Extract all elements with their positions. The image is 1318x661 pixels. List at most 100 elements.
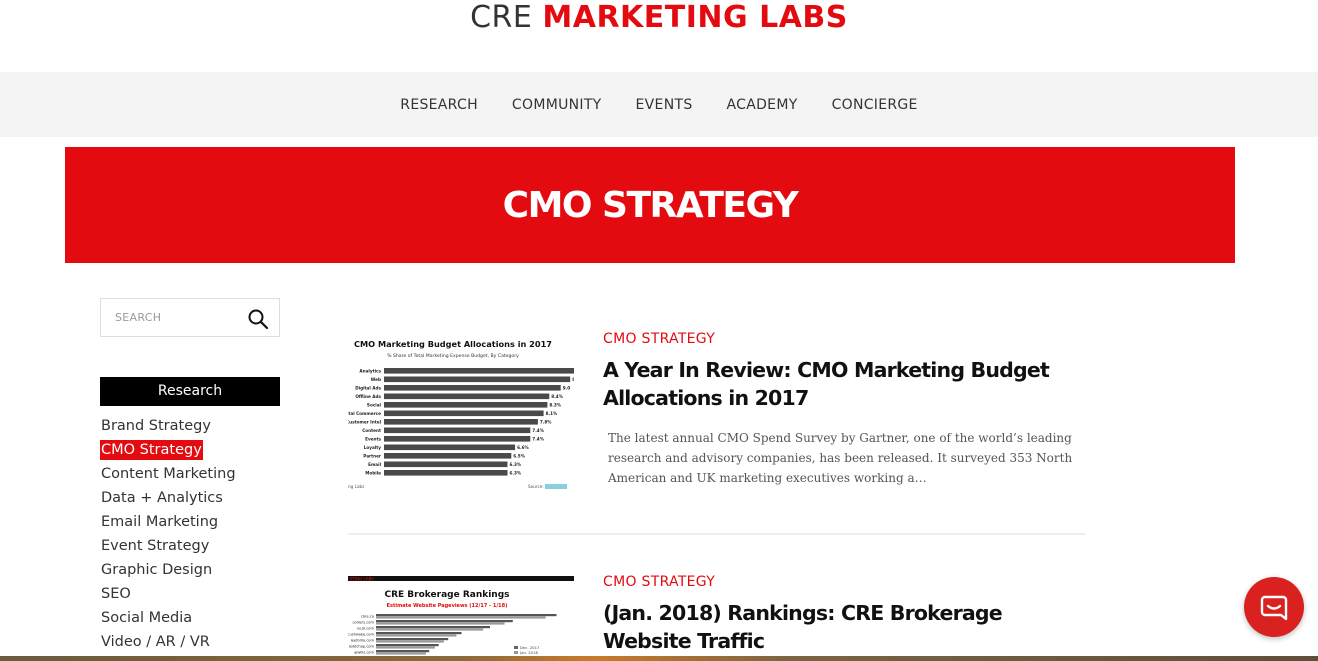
sidebar-item-label[interactable]: Email Marketing: [100, 512, 219, 532]
chat-icon: [1260, 595, 1288, 621]
thumb-bar: [384, 470, 508, 476]
thumb-subtitle: Estimate Website Pageviews (12/17 - 1/18…: [387, 603, 508, 609]
search-icon[interactable]: [247, 308, 269, 330]
thumb-row-label: colliers.com: [352, 621, 374, 625]
sidebar-item-label[interactable]: Data + Analytics: [100, 488, 224, 508]
sidebar-item-label[interactable]: Social Media: [100, 608, 193, 628]
thumb-bar: [384, 461, 508, 468]
source-logo: [545, 484, 567, 489]
thumb-row-label: Loyalty: [364, 445, 382, 450]
sidebar-item-brand-strategy[interactable]: Brand Strategy: [100, 414, 237, 438]
thumb-bar: [384, 393, 550, 400]
thumb-bar: [384, 385, 561, 391]
sidebar-item-graphic-design[interactable]: Graphic Design: [100, 558, 237, 582]
nav-item-academy[interactable]: ACADEMY: [727, 97, 798, 113]
thumb-row-label: Partner: [363, 454, 382, 459]
thumb-row-value: 9: [572, 377, 574, 382]
thumb-row-value: 8.1%: [546, 411, 558, 416]
sidebar-item-event-strategy[interactable]: Event Strategy: [100, 534, 237, 558]
nav-item-events[interactable]: EVENTS: [636, 97, 693, 113]
thumb-row-label: igital Commerce: [348, 411, 381, 416]
thumb-row-label: leeforlio.com: [351, 639, 375, 643]
thumb-bar-jan: [376, 652, 427, 655]
post-title[interactable]: A Year In Review: CMO Marketing Budget A…: [603, 356, 1073, 412]
logo-cre: CRE: [470, 0, 543, 35]
thumb-bar-jan: [376, 646, 435, 649]
category-list: Brand Strategy CMO Strategy Content Mark…: [100, 414, 237, 654]
thumb-row-label: Events: [365, 437, 381, 442]
thumb-banner-bar: [348, 576, 574, 581]
sidebar-item-label[interactable]: Event Strategy: [100, 536, 210, 556]
thumb-row-label: cbre.co: [361, 615, 374, 619]
sidebar-item-label[interactable]: Graphic Design: [100, 560, 213, 580]
thumb-row-label: Analytics: [359, 369, 381, 374]
thumb-bar-dec: [376, 650, 430, 653]
thumb-row-label: Content: [362, 428, 381, 433]
sidebar-item-label[interactable]: Brand Strategy: [100, 416, 212, 436]
thumb-row-label: Email: [368, 462, 381, 467]
thumb-bar-jan: [376, 622, 505, 625]
post-title[interactable]: (Jan. 2018) Rankings: CRE Brokerage Webs…: [603, 599, 1073, 655]
post-thumbnail[interactable]: CMO Marketing Budget Allocations in 2017…: [348, 333, 574, 493]
thumb-row-value: 8.4%: [551, 394, 563, 399]
thumb-row-label: Offline Ads: [355, 394, 381, 399]
thumb-row-value: 6.5%: [513, 454, 525, 459]
chat-button[interactable]: [1244, 577, 1304, 637]
post-category[interactable]: CMO STRATEGY: [603, 331, 715, 347]
thumb-bar-jan: [376, 616, 546, 619]
sidebar-item-label[interactable]: Content Marketing: [100, 464, 237, 484]
sidebar-item-label[interactable]: Video / AR / VR: [100, 632, 211, 652]
sidebar-item-video-ar-vr[interactable]: Video / AR / VR: [100, 630, 237, 654]
budget-chart-image: CMO Marketing Budget Allocations in 2017…: [348, 339, 574, 489]
thumb-bar-jan: [376, 634, 457, 637]
rankings-chart-image: ETING LABS CRE Brokerage Rankings Estima…: [348, 576, 574, 655]
sidebar-item-label[interactable]: CMO Strategy: [100, 440, 203, 460]
sidebar-item-social-media[interactable]: Social Media: [100, 606, 237, 630]
thumb-footer-left: ng Labs: [348, 484, 364, 489]
thumb-footer-right: Source:: [528, 484, 544, 489]
thumb-row-value: 8.3%: [549, 403, 561, 408]
site-logo[interactable]: CRE MARKETING LABS: [0, 0, 1318, 72]
thumb-row-label: Customer Intel: [348, 420, 382, 425]
thumb-bar: [384, 453, 512, 459]
sidebar-item-content-marketing[interactable]: Content Marketing: [100, 462, 237, 486]
nav-item-research[interactable]: RESEARCH: [400, 97, 478, 113]
search-box: [100, 298, 280, 337]
thumb-bar-dec: [376, 620, 513, 623]
thumb-row-value: 6.3%: [510, 462, 522, 467]
thumb-row-label: us.jll.com: [357, 627, 375, 631]
thumb-row-label: Digital Ads: [355, 386, 381, 391]
thumb-bar: [384, 427, 531, 434]
thumb-row-value: 9.0: [563, 386, 571, 391]
logo-marketing-labs: MARKETING LABS: [542, 0, 848, 35]
thumb-bar: [384, 368, 574, 374]
sidebar-heading: Research: [100, 377, 280, 406]
thumb-title: CMO Marketing Budget Allocations in 2017: [354, 339, 552, 349]
thumb-bar: [384, 419, 538, 425]
logo-text[interactable]: CRE MARKETING LABS: [470, 0, 848, 36]
post-excerpt: The latest annual CMO Spend Survey by Ga…: [608, 431, 1073, 485]
thumb-bar-jan: [376, 640, 444, 643]
legend-swatch-jan: [514, 651, 518, 654]
post-category[interactable]: CMO STRATEGY: [603, 574, 715, 590]
nav-item-concierge[interactable]: CONCIERGE: [832, 97, 918, 113]
thumb-row-label: Web: [371, 377, 381, 382]
post-thumbnail[interactable]: ETING LABS CRE Brokerage Rankings Estima…: [348, 576, 574, 656]
sidebar-item-label[interactable]: SEO: [100, 584, 132, 604]
thumb-bar-dec: [376, 632, 462, 635]
sidebar-item-cmo-strategy[interactable]: CMO Strategy: [100, 438, 237, 462]
thumb-bar: [384, 436, 531, 442]
thumb-row-label: Social: [367, 403, 382, 408]
thumb-bar-dec: [376, 614, 557, 617]
thumb-bar-dec: [376, 626, 490, 629]
post-divider: [348, 533, 1085, 535]
page-title: CMO STRATEGY: [502, 184, 799, 226]
thumb-banner-text: ETING LABS: [350, 576, 374, 581]
nav-item-community[interactable]: COMMUNITY: [512, 97, 602, 113]
search-input[interactable]: [101, 299, 241, 336]
sidebar-item-data-analytics[interactable]: Data + Analytics: [100, 486, 237, 510]
sidebar-item-seo[interactable]: SEO: [100, 582, 237, 606]
legend-swatch-dec: [514, 646, 518, 649]
thumb-bar: [384, 444, 516, 451]
sidebar-item-email-marketing[interactable]: Email Marketing: [100, 510, 237, 534]
